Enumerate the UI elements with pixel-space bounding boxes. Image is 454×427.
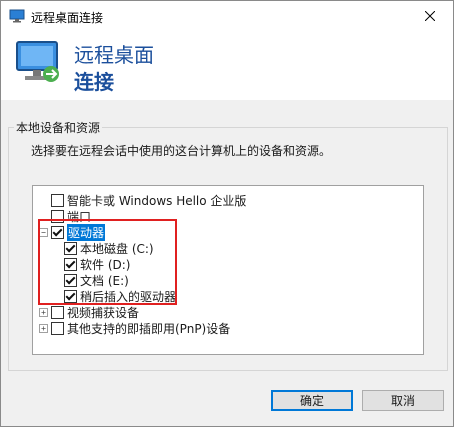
remote-desktop-icon (9, 9, 25, 23)
group-description: 选择要在远程会话中使用的这台计算机上的设备和资源。 (31, 144, 332, 158)
close-button[interactable] (407, 1, 453, 32)
cancel-button[interactable]: 取消 (362, 390, 444, 411)
tree-item-label: 智能卡或 Windows Hello 企业版 (67, 193, 247, 208)
tree-item-later-drives[interactable]: 稍后插入的驱动器 (64, 288, 176, 304)
title-bar: 远程桌面连接 (1, 1, 453, 32)
window-title: 远程桌面连接 (31, 11, 104, 25)
tree-item-label: 稍后插入的驱动器 (80, 289, 177, 304)
tree-item-drive-e[interactable]: 文档 (E:) (64, 272, 129, 288)
collapse-toggle-drives[interactable]: − (39, 228, 48, 237)
tree-item-drives[interactable]: 驱动器 (51, 223, 106, 241)
header-title-line1: 远程桌面 (74, 43, 154, 67)
expand-toggle-video[interactable]: + (39, 308, 48, 317)
device-tree[interactable]: 智能卡或 Windows Hello 企业版 端口 − 驱动器 本地磁盘 (C:… (32, 185, 424, 355)
tree-item-label: 端口 (67, 209, 92, 224)
checkbox-drive-e[interactable] (64, 273, 77, 287)
tree-item-label: 视频捕获设备 (67, 305, 140, 320)
tree-item-video[interactable]: 视频捕获设备 (51, 304, 139, 320)
tree-item-label: 软件 (D:) (80, 257, 131, 272)
checkbox-drive-d[interactable] (64, 257, 77, 271)
checkbox-video[interactable] (51, 305, 64, 319)
checkbox-drive-c[interactable] (64, 241, 77, 255)
ok-button[interactable]: 确定 (271, 390, 353, 411)
tree-item-label: 其他支持的即插即用(PnP)设备 (67, 321, 231, 336)
expand-toggle-pnp[interactable]: + (39, 324, 48, 333)
checkbox-smartcard[interactable] (51, 193, 64, 207)
checkbox-pnp[interactable] (51, 321, 64, 335)
checkbox-drives[interactable] (51, 225, 64, 239)
header-title-line2: 连接 (74, 70, 114, 94)
close-icon (424, 10, 436, 24)
dialog-window: 远程桌面连接 远程桌面 连接 本地设备和资源 选择要在远程会话中使用的这台计算机… (0, 0, 454, 427)
tree-item-label: 驱动器 (67, 223, 106, 241)
tree-item-label: 文档 (E:) (80, 273, 129, 288)
monitor-connect-icon (15, 38, 65, 90)
tree-item-ports[interactable]: 端口 (51, 208, 91, 224)
header-banner: 远程桌面 连接 (1, 32, 453, 100)
group-label: 本地设备和资源 (14, 119, 103, 136)
checkbox-later-drives[interactable] (64, 289, 77, 303)
tree-item-drive-c[interactable]: 本地磁盘 (C:) (64, 240, 154, 256)
tree-item-pnp[interactable]: 其他支持的即插即用(PnP)设备 (51, 320, 230, 336)
checkbox-ports[interactable] (51, 209, 64, 223)
tree-item-label: 本地磁盘 (C:) (80, 241, 154, 256)
tree-item-drive-d[interactable]: 软件 (D:) (64, 256, 130, 272)
tree-item-smartcard[interactable]: 智能卡或 Windows Hello 企业版 (51, 192, 246, 208)
